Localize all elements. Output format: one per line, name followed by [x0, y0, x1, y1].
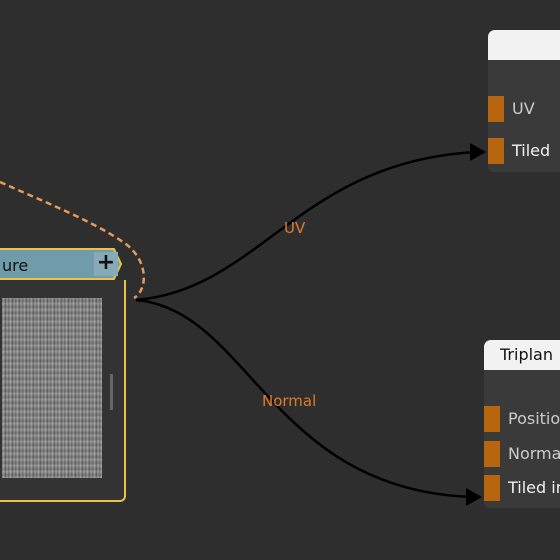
port-tiled-input-label: Tiled in: [508, 478, 560, 497]
wire-normal-arrow: [466, 488, 482, 506]
texture-node-title: ure: [2, 256, 29, 275]
port-normal-socket[interactable]: [484, 441, 500, 467]
port-position-label: Positio: [508, 409, 560, 428]
port-tiled-label: Tiled: [512, 141, 551, 160]
port-uv-socket[interactable]: [488, 96, 504, 122]
node-graph-canvas[interactable]: UV Normal ure + UV Tiled Triplan Positio…: [0, 0, 560, 560]
port-tiled-input[interactable]: Tiled in: [484, 475, 560, 501]
texture-node[interactable]: ure +: [0, 248, 126, 502]
port-uv[interactable]: UV: [488, 96, 560, 122]
port-normal[interactable]: Norma: [484, 441, 560, 467]
wire-uv: [135, 150, 479, 302]
target-node-uv-header[interactable]: [488, 30, 560, 60]
port-position[interactable]: Positio: [484, 406, 560, 432]
scrollbar[interactable]: [110, 374, 113, 410]
wire-label-uv: UV: [284, 219, 306, 237]
wire-label-normal: Normal: [262, 392, 317, 410]
port-tiled-input-socket[interactable]: [484, 475, 500, 501]
triplanar-node[interactable]: Triplan Positio Norma Tiled in: [484, 340, 560, 508]
port-tiled-socket[interactable]: [488, 138, 504, 164]
target-node-uv[interactable]: UV Tiled: [488, 30, 560, 172]
texture-preview: [2, 298, 102, 478]
triplanar-node-header[interactable]: Triplan: [484, 340, 560, 370]
port-tiled[interactable]: Tiled: [488, 138, 560, 164]
texture-node-body: [0, 280, 126, 502]
port-position-socket[interactable]: [484, 406, 500, 432]
port-uv-label: UV: [512, 99, 535, 118]
port-normal-label: Norma: [508, 444, 560, 463]
add-button[interactable]: +: [94, 252, 118, 276]
texture-node-header[interactable]: ure: [0, 248, 106, 280]
wire-uv-arrow: [470, 143, 486, 161]
